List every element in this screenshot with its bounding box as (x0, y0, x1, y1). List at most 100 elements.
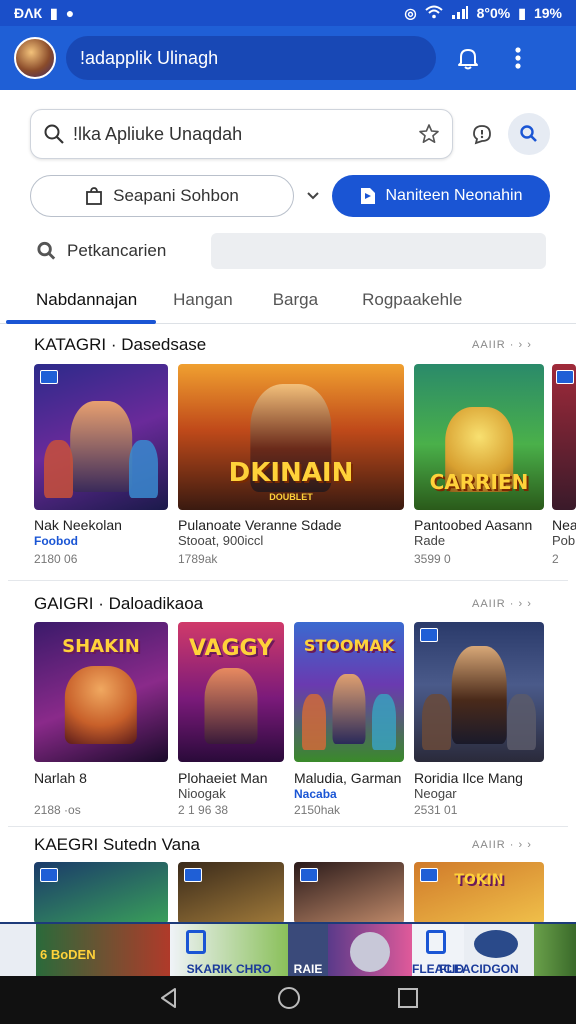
dropdown-button[interactable] (294, 191, 332, 201)
badge-icon (40, 868, 58, 882)
game-logo-subtitle: DOUBLET (269, 492, 313, 502)
game-publisher: Stooat, 900iccl (178, 533, 264, 548)
tab-label: Hangan (173, 289, 233, 309)
tab-1[interactable]: Hangan (173, 276, 233, 324)
home-circle-icon (277, 986, 300, 1009)
avatar[interactable] (14, 37, 56, 79)
game-publisher: Foobod (34, 534, 78, 548)
game-publisher: Nacaba (294, 787, 337, 801)
app-logo-icon (186, 930, 206, 954)
notification-icon: ▮ (50, 4, 58, 21)
character-art (371, 694, 396, 750)
game-thumbnail: SHAKIN (34, 622, 168, 762)
tab-3[interactable]: Rogpaakehle (362, 276, 462, 324)
game-thumbnail[interactable] (294, 862, 404, 924)
back-button[interactable] (157, 986, 181, 1015)
game-publisher: Nioogak (178, 786, 226, 801)
game-thumbnail[interactable]: TOKIN (414, 862, 544, 924)
game-title: Pulanoate Veranne Sdade (178, 517, 342, 533)
section-more-link[interactable]: AAIIR · › › (472, 339, 532, 351)
ad-tile: 6 BoDEN (36, 924, 170, 976)
chat-button[interactable] (467, 118, 499, 150)
game-meta: 2150hak (294, 803, 341, 817)
notification-bell-button[interactable] (448, 38, 488, 78)
game-thumbnail: DKINAIN DOUBLET (178, 364, 404, 510)
app-logo-icon (426, 930, 446, 954)
game-logo: DKINAIN (228, 458, 354, 488)
game-thumbnail: CARRIEN (414, 364, 544, 510)
wifi-icon (424, 5, 443, 22)
game-meta: 1789ak (178, 552, 218, 566)
search-button[interactable] (508, 113, 550, 155)
character-art (350, 932, 390, 972)
ad-tile-text: 6 BoDEN (40, 947, 96, 962)
badge-icon (184, 868, 202, 882)
badge-icon (556, 370, 574, 384)
app-title: !adapplik Ulinagh (80, 47, 219, 68)
ad-tile-text: SKARIK CHRO (186, 962, 272, 976)
section-more-link[interactable]: AAIIR · › › (472, 839, 532, 851)
ad-tile: SKARIK CHRO (170, 924, 288, 976)
game-logo: STOOMAK (303, 636, 395, 655)
section-title: GAIGRI · Daloadikaoa (34, 594, 204, 613)
search-input[interactable]: !lka Apliuke Unaqdah (30, 109, 453, 159)
messenger-icon: ● (65, 5, 75, 21)
shopping-button[interactable]: Seapani Sohbon (30, 175, 294, 217)
tab-2[interactable]: Barga (273, 276, 318, 324)
filter-label: Petkancarien (67, 241, 167, 260)
game-title: Plohaeiet Man (178, 770, 268, 786)
bag-icon (86, 187, 103, 205)
ad-tile: RAIE (288, 924, 328, 976)
game-thumbnail[interactable] (178, 862, 284, 924)
game-logo: TOKIN (454, 872, 504, 888)
recents-square-icon (397, 987, 418, 1008)
filter-input[interactable] (211, 233, 546, 269)
battery-icon: ▮ (518, 4, 526, 21)
action-row: Seapani Sohbon Naniteen Neonahin (30, 174, 550, 218)
primary-action-button[interactable]: Naniteen Neonahin (332, 175, 550, 217)
game-meta: 3599 0 (414, 552, 451, 566)
game-title: Pantoobed Aasann (414, 517, 533, 533)
tab-indicator (6, 320, 156, 324)
character-art (507, 694, 536, 750)
game-thumbnail (414, 622, 544, 762)
ad-graphic (474, 930, 518, 958)
game-thumbnail: STOOMAK (294, 622, 404, 762)
category-tabs: Nabdannajan Hangan Barga Rogpaakehle (0, 276, 576, 324)
ad-tile: FLEACIDGON (439, 924, 534, 976)
character-art (128, 439, 158, 498)
ad-tile-text: FLEACIDGON (439, 962, 519, 976)
game-title: Maludia, Garman (294, 770, 402, 786)
more-options-button[interactable] (498, 38, 538, 78)
status-time: ĐΛК (14, 5, 42, 21)
game-title: Narlah 8 (34, 770, 87, 786)
section-divider (8, 826, 568, 827)
section-title: KAEGRI Sutedn Vana (34, 835, 201, 854)
app-bar: !adapplik Ulinagh (0, 26, 576, 90)
signal-text: 19% (533, 5, 562, 21)
section-title: KATAGRI · Dasedsase (34, 335, 207, 354)
tab-0[interactable]: Nabdannajan (36, 276, 137, 324)
star-icon[interactable] (418, 123, 440, 145)
character-art (44, 439, 74, 498)
game-thumbnail[interactable] (34, 862, 168, 924)
app-title-bar[interactable]: !adapplik Ulinagh (66, 36, 436, 80)
alarm-icon: ◎ (404, 4, 417, 21)
back-triangle-icon (161, 987, 177, 1008)
character-art (422, 694, 451, 750)
badge-icon (420, 628, 438, 642)
character-art (64, 665, 138, 744)
game-logo: VAGGY (188, 636, 274, 661)
tab-label: Barga (272, 289, 319, 309)
status-bar: ĐΛК ▮ ● ◎ 8°0% ▮ 19% (0, 0, 576, 26)
recents-button[interactable] (397, 987, 419, 1014)
ad-tile (0, 924, 36, 976)
character-art (332, 674, 366, 744)
section-more-link[interactable]: AAIIR · › › (472, 598, 532, 610)
search-icon (44, 124, 64, 144)
ad-banner[interactable]: 6 BoDEN SKARIK CHRO RAIE FLEACIDGON FLEA… (0, 922, 576, 976)
battery-text: 8°0% (476, 5, 511, 21)
home-button[interactable] (276, 985, 302, 1016)
more-vert-icon (515, 47, 521, 69)
character-art (451, 646, 507, 744)
